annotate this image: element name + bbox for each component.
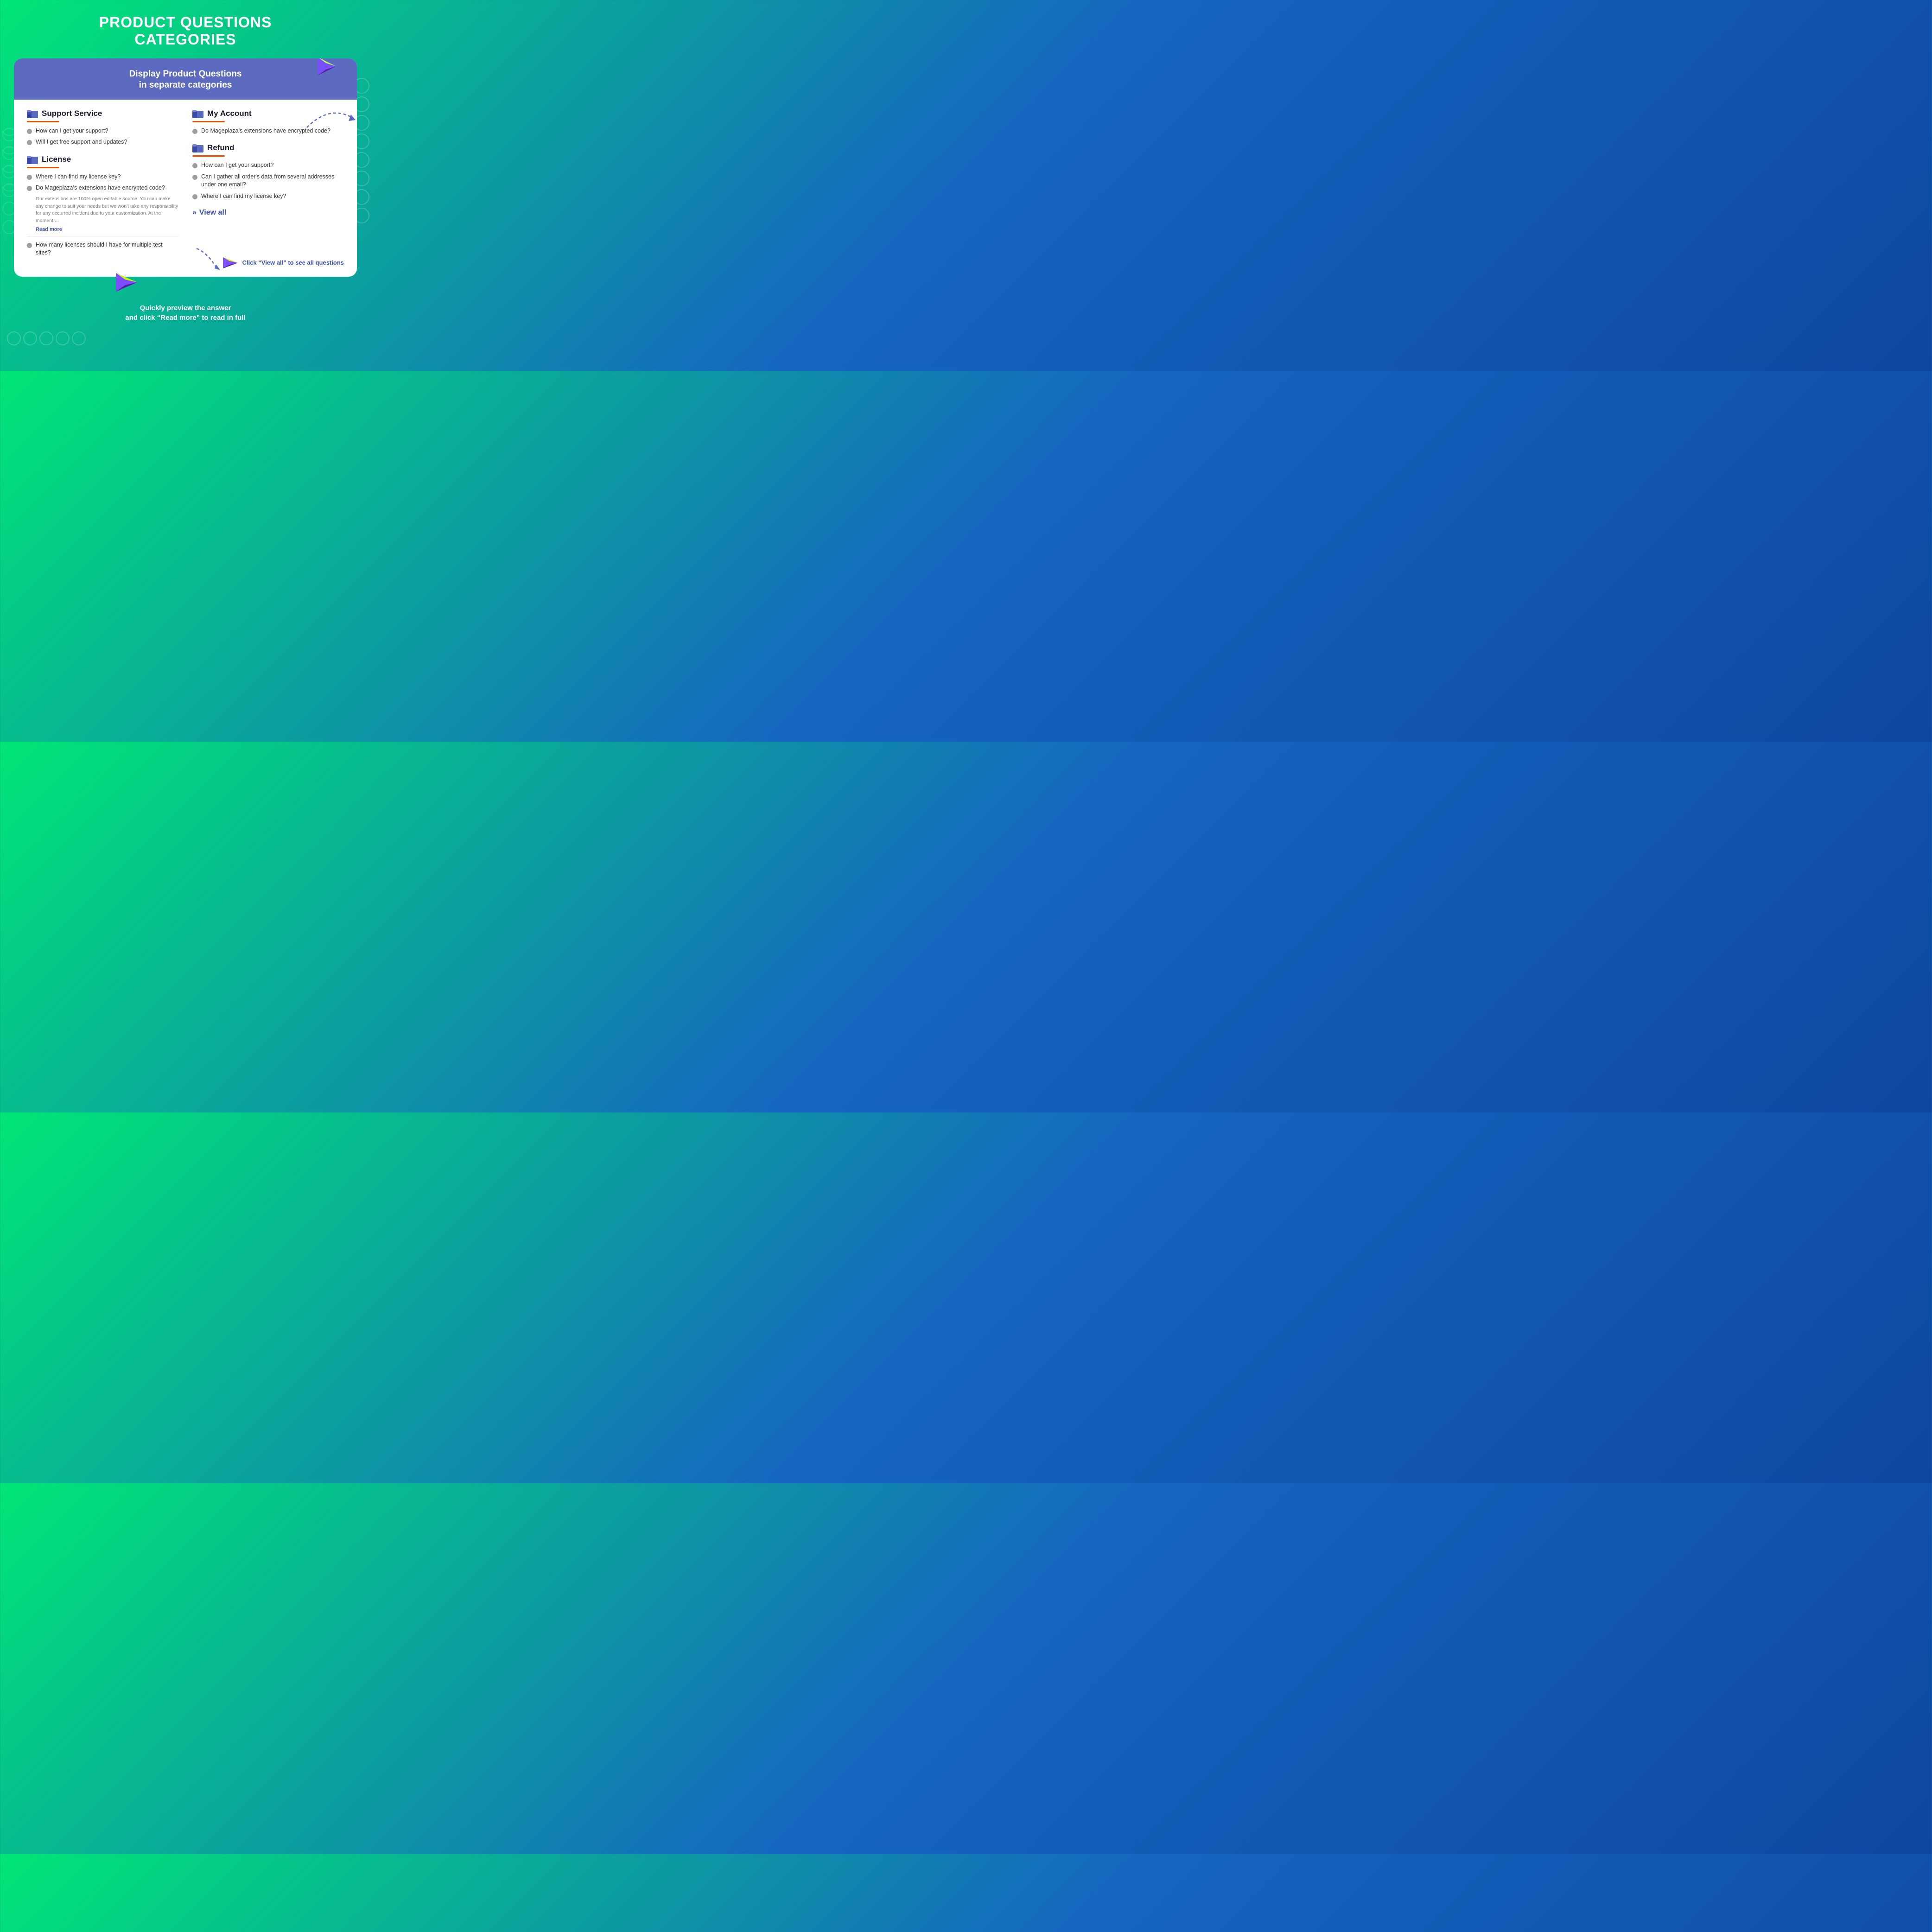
bullet-icon	[27, 243, 32, 248]
folder-icon-refund	[192, 143, 203, 153]
list-item: Do Mageplaza's extensions have encrypted…	[192, 127, 344, 135]
question-text: Where I can find my license key?	[36, 173, 121, 181]
category-account-title: My Account	[207, 109, 252, 118]
read-more-link[interactable]: Read more	[27, 227, 178, 232]
folder-icon-support	[27, 109, 38, 118]
bullet-icon	[192, 175, 197, 180]
list-item: Can I gather all order's data from sever…	[192, 173, 344, 189]
support-underline	[27, 121, 59, 122]
category-license: License Where I can find my license key?…	[27, 155, 178, 257]
question-text: Do Mageplaza's extensions have encrypted…	[36, 184, 165, 192]
category-support-title: Support Service	[42, 109, 102, 118]
category-support-service: Support Service How can I get your suppo…	[27, 109, 178, 146]
footer-text: Quickly preview the answer and click “Re…	[125, 303, 245, 323]
question-text: Can I gather all order's data from sever…	[201, 173, 344, 189]
chevrons-icon: »	[192, 209, 197, 217]
list-item: How can I get your support?	[192, 161, 344, 170]
view-all-label[interactable]: View all	[199, 209, 226, 217]
question-text: How can I get your support?	[201, 161, 273, 170]
right-column: My Account Do Mageplaza's extensions hav…	[192, 109, 344, 266]
bullet-icon	[27, 140, 32, 145]
list-item: Where I can find my license key?	[27, 173, 178, 181]
bullet-icon	[27, 186, 32, 191]
category-support-service-header: Support Service	[27, 109, 178, 118]
bottom-plane-icon	[115, 272, 138, 292]
question-text: Where I can find my license key?	[201, 192, 286, 201]
left-column: Support Service How can I get your suppo…	[27, 109, 178, 266]
bottom-plane-decoration	[9, 272, 138, 295]
annotation-plane-icon	[222, 255, 239, 270]
annotation-text: Click “View all” to see all questions	[242, 259, 344, 267]
card-header-title: Display Product Questions in separate ca…	[28, 69, 343, 91]
category-my-account-header: My Account	[192, 109, 344, 118]
bottom-left-decoration-icon	[5, 324, 97, 352]
bullet-icon	[27, 129, 32, 134]
question-text: Will I get free support and updates?	[36, 138, 127, 146]
category-refund-title: Refund	[207, 143, 235, 153]
question-text: How can I get your support?	[36, 127, 108, 135]
bullet-icon	[192, 129, 197, 134]
card-body: Support Service How can I get your suppo…	[14, 100, 357, 277]
folder-icon-account	[192, 109, 203, 118]
category-refund-header: Refund	[192, 143, 344, 153]
main-card: Display Product Questions in separate ca…	[14, 58, 357, 277]
bullet-icon	[27, 175, 32, 180]
refund-underline	[192, 155, 225, 157]
category-license-header: License	[27, 155, 178, 164]
list-item: How many licenses should I have for mult…	[27, 241, 178, 257]
license-underline	[27, 167, 59, 168]
paper-plane-icon	[313, 58, 338, 80]
question-text: How many licenses should I have for mult…	[36, 241, 178, 257]
list-item: How can I get your support?	[27, 127, 178, 135]
answer-preview-text: Our extensions are 100% open editable so…	[27, 196, 178, 225]
question-text: Do Mageplaza's extensions have encrypted…	[201, 127, 330, 135]
view-all-container[interactable]: » View all	[192, 209, 344, 217]
list-item: Do Mageplaza's extensions have encrypted…	[27, 184, 178, 192]
category-refund: Refund How can I get your support? Can I…	[192, 143, 344, 200]
bullet-icon	[192, 163, 197, 168]
list-item: Will I get free support and updates?	[27, 138, 178, 146]
category-my-account: My Account Do Mageplaza's extensions hav…	[192, 109, 344, 135]
card-header: Display Product Questions in separate ca…	[14, 58, 357, 100]
account-underline	[192, 121, 225, 122]
page-title: PRODUCT QUESTIONS CATEGORIES	[99, 14, 272, 48]
list-item: Where I can find my license key?	[192, 192, 344, 201]
category-license-title: License	[42, 155, 71, 164]
folder-icon-license	[27, 155, 38, 164]
click-view-all-annotation: Click “View all” to see all questions	[222, 255, 344, 270]
bullet-icon	[192, 194, 197, 199]
